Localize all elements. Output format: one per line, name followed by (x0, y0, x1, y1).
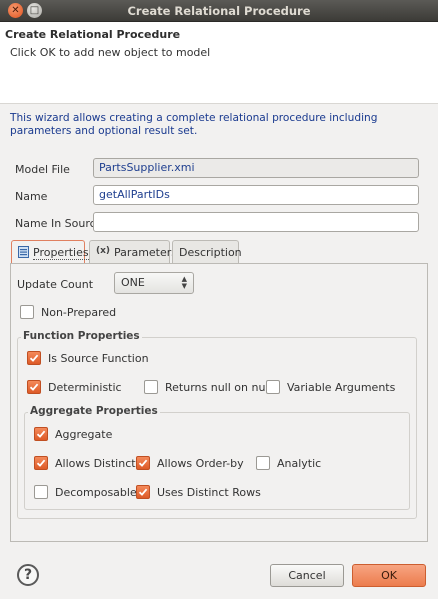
is-source-function-checkbox[interactable]: Is Source Function (27, 351, 149, 365)
uses-distinct-rows-checkbox[interactable]: Uses Distinct Rows (136, 485, 261, 499)
checkbox-unchecked-icon (256, 456, 270, 470)
allows-order-by-label: Allows Order-by (157, 456, 244, 470)
model-file-label: Model File (15, 163, 70, 176)
spinner-arrows-icon: ▲ ▼ (181, 275, 187, 290)
header-message: Click OK to add new object to model (10, 46, 211, 59)
checkbox-unchecked-icon (34, 485, 48, 499)
checkbox-checked-icon (136, 485, 150, 499)
tab-properties[interactable]: Properties (11, 240, 89, 265)
allows-order-by-checkbox[interactable]: Allows Order-by (136, 456, 244, 470)
allows-distinct-checkbox[interactable]: Allows Distinct (34, 456, 136, 470)
header-title: Create Relational Procedure (5, 28, 181, 41)
checkbox-unchecked-icon (144, 380, 158, 394)
checkbox-unchecked-icon (266, 380, 280, 394)
checkbox-unchecked-icon (20, 305, 34, 319)
returns-null-on-null-checkbox[interactable]: Returns null on null (144, 380, 272, 394)
checkbox-checked-icon (34, 427, 48, 441)
properties-icon (18, 246, 29, 261)
name-in-source-input[interactable] (93, 212, 419, 232)
checkbox-checked-icon (27, 351, 41, 365)
update-count-value: ONE (121, 276, 145, 289)
window-title: Create Relational Procedure (127, 4, 311, 18)
ok-button-label: OK (381, 569, 397, 582)
wizard-description: This wizard allows creating a complete r… (10, 112, 378, 137)
analytic-label: Analytic (277, 456, 322, 470)
cancel-button[interactable]: Cancel (270, 564, 344, 587)
decomposable-label: Decomposable (55, 485, 137, 499)
name-input[interactable]: getAllPartIDs (93, 185, 419, 205)
allows-distinct-label: Allows Distinct (55, 456, 136, 470)
name-in-source-label: Name In Source (15, 217, 103, 230)
non-prepared-checkbox[interactable]: Non-Prepared (20, 305, 116, 319)
name-label: Name (15, 190, 48, 203)
uses-distinct-rows-label: Uses Distinct Rows (157, 485, 261, 499)
tab-description-label: Description (179, 246, 242, 259)
checkbox-checked-icon (136, 456, 150, 470)
tab-parameters-label: Parameters (114, 246, 178, 259)
dialog-header: Create Relational Procedure Click OK to … (0, 22, 438, 104)
cancel-button-label: Cancel (288, 569, 326, 582)
deterministic-label: Deterministic (48, 380, 122, 394)
tab-description[interactable]: Description (172, 240, 242, 264)
analytic-checkbox[interactable]: Analytic (256, 456, 321, 470)
aggregate-label: Aggregate (55, 427, 113, 441)
help-icon: ? (23, 567, 33, 583)
deterministic-checkbox[interactable]: Deterministic (27, 380, 122, 394)
non-prepared-label: Non-Prepared (41, 305, 117, 319)
parameters-icon: (x) (96, 246, 111, 256)
returns-null-on-null-label: Returns null on null (165, 380, 272, 394)
update-count-label: Update Count (17, 278, 94, 291)
variable-arguments-checkbox[interactable]: Variable Arguments (266, 380, 395, 394)
update-count-select[interactable]: ONE ▲ ▼ (114, 272, 194, 294)
help-button[interactable]: ? (17, 564, 39, 586)
aggregate-properties-title: Aggregate Properties (28, 405, 160, 417)
variable-arguments-label: Variable Arguments (287, 380, 396, 394)
tab-parameters[interactable]: (x) Parameters (89, 240, 177, 264)
title-bar: ✕ □ Create Relational Procedure (0, 0, 438, 22)
function-properties-title: Function Properties (21, 330, 142, 342)
decomposable-checkbox[interactable]: Decomposable (34, 485, 137, 499)
tab-properties-label: Properties (33, 246, 89, 260)
checkbox-checked-icon (34, 456, 48, 470)
ok-button[interactable]: OK (352, 564, 426, 587)
checkbox-checked-icon (27, 380, 41, 394)
model-file-field: PartsSupplier.xmi (93, 158, 419, 178)
is-source-function-label: Is Source Function (48, 351, 149, 365)
aggregate-checkbox[interactable]: Aggregate (34, 427, 112, 441)
